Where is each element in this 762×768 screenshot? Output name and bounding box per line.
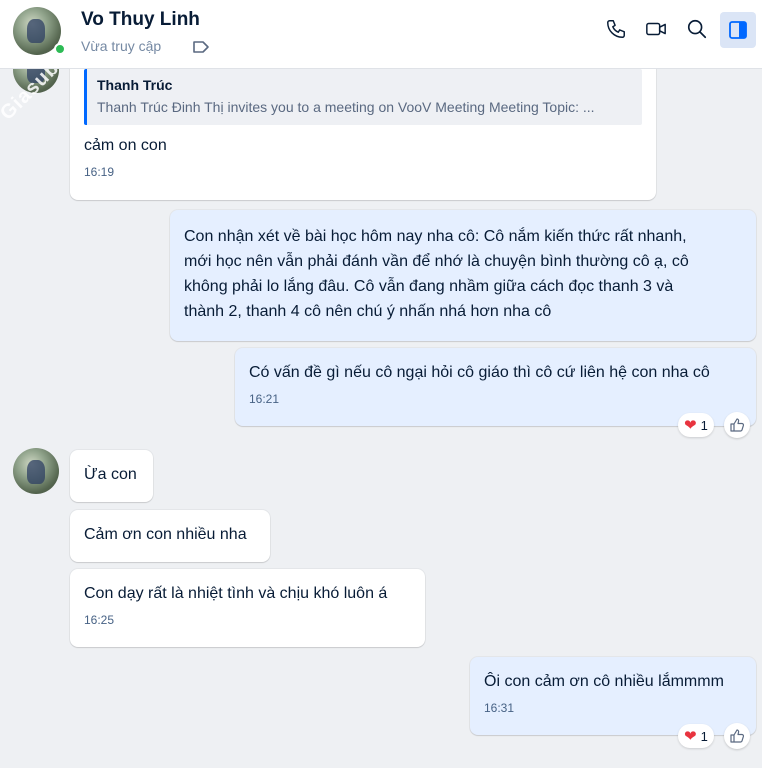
message-text: Con dạy rất là nhiệt tình và chịu khó lu… <box>84 585 388 602</box>
reaction-summary[interactable]: ❤ 1 <box>678 724 714 748</box>
message-text: Ôi con cảm ơn cô nhiều lắmmmm <box>484 673 724 690</box>
search-icon[interactable] <box>686 18 708 40</box>
last-seen-status: Vừa truy cập <box>81 38 162 54</box>
contact-name[interactable]: Vo Thuy Linh <box>81 9 200 31</box>
message-time: 16:25 <box>84 613 115 627</box>
message-text-line: thành 2, thanh 4 cô nên chú ý nhấn nhá h… <box>184 303 552 320</box>
watermark: Giasuba <box>0 69 73 125</box>
sidebar-toggle-icon <box>729 21 747 39</box>
message-time: 16:19 <box>84 165 115 179</box>
thumbs-up-icon <box>730 418 745 432</box>
heart-icon: ❤ <box>684 417 697 434</box>
message-text: Cảm ơn con nhiều nha <box>84 526 247 543</box>
heart-icon: ❤ <box>684 728 697 745</box>
phone-icon[interactable] <box>605 18 627 40</box>
reaction-count: 1 <box>700 728 708 744</box>
sidebar-toggle-button[interactable] <box>720 12 756 48</box>
chat-header: Vo Thuy Linh Vừa truy cập <box>0 0 762 69</box>
sender-avatar[interactable] <box>13 448 59 494</box>
message-bubble-incoming[interactable]: Ừa con <box>70 450 153 502</box>
message-bubble-outgoing[interactable]: Con nhận xét về bài học hôm nay nha cô: … <box>170 210 756 341</box>
message-text: Có vấn đề gì nếu cô ngại hỏi cô giáo thì… <box>249 364 710 381</box>
reaction-summary[interactable]: ❤ 1 <box>678 413 714 437</box>
quoted-text: Thanh Trúc Đinh Thị invites you to a mee… <box>97 99 595 115</box>
thumbs-up-icon <box>730 729 745 743</box>
message-list[interactable]: Giasuba Thanh Trúc Thanh Trúc Đinh Thị i… <box>0 69 762 768</box>
message-bubble-outgoing[interactable]: Ôi con cảm ơn cô nhiều lắmmmm 16:31 <box>470 657 756 735</box>
message-bubble-outgoing[interactable]: Có vấn đề gì nếu cô ngại hỏi cô giáo thì… <box>235 348 756 426</box>
video-call-icon[interactable] <box>645 18 667 40</box>
message-bubble-incoming[interactable]: Cảm ơn con nhiều nha <box>70 510 270 562</box>
message-bubble-incoming[interactable]: Thanh Trúc Thanh Trúc Đinh Thị invites y… <box>70 69 656 200</box>
label-tag-icon[interactable] <box>192 39 210 55</box>
message-bubble-incoming[interactable]: Con dạy rất là nhiệt tình và chịu khó lu… <box>70 569 425 647</box>
like-button[interactable] <box>724 723 750 749</box>
quoted-message[interactable]: Thanh Trúc Thanh Trúc Đinh Thị invites y… <box>84 69 642 125</box>
like-button[interactable] <box>724 412 750 438</box>
message-time: 16:31 <box>484 701 515 715</box>
message-text: cảm on con <box>84 137 167 154</box>
message-text-line: không phải lo lắng đâu. Cô vẫn đang nhầm… <box>184 278 674 295</box>
reaction-count: 1 <box>700 417 708 433</box>
message-text-line: Con nhận xét về bài học hôm nay nha cô: … <box>184 228 687 245</box>
quoted-sender-name: Thanh Trúc <box>97 77 173 93</box>
message-time: 16:21 <box>249 392 280 406</box>
message-text-line: mới học nên vẫn phải đánh vần để nhớ là … <box>184 253 689 270</box>
online-status-indicator <box>54 43 66 55</box>
message-text: Ừa con <box>84 466 137 483</box>
